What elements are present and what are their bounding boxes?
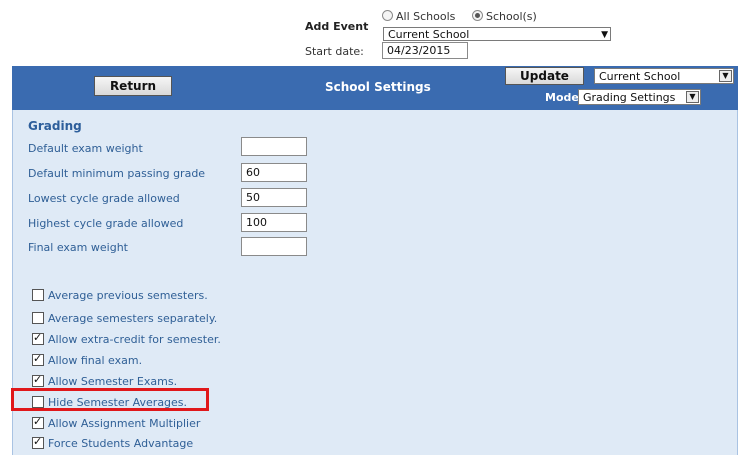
radio-all-schools-label: All Schools [396, 10, 456, 23]
checkbox-box[interactable] [32, 352, 44, 366]
checkbox-box[interactable] [32, 415, 44, 429]
chevron-down-icon: ▼ [686, 91, 699, 103]
field-label-default-min-passing: Default minimum passing grade [28, 167, 206, 180]
checkbox-hide-semester-averages[interactable]: Hide Semester Averages. [32, 396, 187, 409]
radio-schools-label: School(s) [486, 10, 537, 23]
add-event-label: Add Event [305, 20, 369, 33]
checkbox-label: Allow final exam. [48, 354, 143, 367]
mode-select[interactable]: Grading Settings ▼ [578, 89, 701, 105]
checkbox-label: Allow Semester Exams. [48, 375, 178, 388]
checkbox-label: Average semesters separately. [48, 312, 218, 325]
add-event-school-select[interactable]: Current School ▼ [383, 27, 611, 41]
mode-label: Mode [545, 91, 579, 104]
checkbox-label: Allow Assignment Multiplier [48, 417, 201, 430]
field-label-lowest-cycle-grade: Lowest cycle grade allowed [28, 192, 180, 205]
checkbox-box[interactable] [32, 396, 44, 408]
checkbox-label: Force Students Advantage [48, 437, 194, 450]
checkbox-force-students-advantage[interactable]: Force Students Advantage [32, 435, 194, 450]
field-label-highest-cycle-grade: Highest cycle grade allowed [28, 217, 184, 230]
radio-schools-control[interactable] [472, 10, 483, 21]
radio-schools[interactable]: School(s) [472, 10, 537, 23]
return-button[interactable]: Return [94, 76, 172, 96]
checkbox-allow-extra-credit[interactable]: Allow extra-credit for semester. [32, 331, 221, 346]
checkbox-box[interactable] [32, 312, 44, 324]
final-exam-weight-input[interactable] [241, 237, 307, 256]
highest-cycle-grade-input[interactable]: 100 [241, 213, 307, 232]
update-button[interactable]: Update [505, 67, 584, 85]
checkbox-allow-final-exam[interactable]: Allow final exam. [32, 352, 143, 367]
radio-all-schools-control[interactable] [382, 10, 393, 21]
checkbox-allow-semester-exams[interactable]: Allow Semester Exams. [32, 373, 178, 388]
default-exam-weight-input[interactable] [241, 137, 307, 156]
field-label-final-exam-weight: Final exam weight [28, 241, 128, 254]
checkbox-label: Hide Semester Averages. [48, 396, 188, 409]
header-school-select-value: Current School [599, 70, 681, 83]
checkbox-average-semesters-separately[interactable]: Average semesters separately. [32, 312, 217, 325]
field-label-default-exam-weight: Default exam weight [28, 142, 143, 155]
checkbox-box[interactable] [32, 435, 44, 449]
grading-section-title: Grading [28, 119, 82, 133]
radio-all-schools[interactable]: All Schools [382, 10, 455, 23]
start-date-input[interactable]: 04/23/2015 [382, 42, 468, 59]
default-min-passing-input[interactable]: 60 [241, 163, 307, 182]
checkbox-average-previous-semesters[interactable]: Average previous semesters. [32, 289, 208, 302]
header-school-select[interactable]: Current School ▼ [594, 68, 734, 84]
checkbox-box[interactable] [32, 373, 44, 387]
chevron-down-icon: ▼ [601, 30, 608, 40]
add-event-school-select-value: Current School [388, 28, 470, 41]
mode-select-value: Grading Settings [583, 91, 676, 104]
checkbox-box[interactable] [32, 289, 44, 301]
chevron-down-icon: ▼ [719, 70, 732, 82]
checkbox-label: Average previous semesters. [48, 289, 208, 302]
start-date-label: Start date: [305, 45, 364, 58]
checkbox-allow-assignment-multiplier[interactable]: Allow Assignment Multiplier [32, 415, 201, 430]
page-title: School Settings [325, 80, 431, 94]
lowest-cycle-grade-input[interactable]: 50 [241, 188, 307, 207]
checkbox-box[interactable] [32, 331, 44, 345]
checkbox-label: Allow extra-credit for semester. [48, 333, 221, 346]
